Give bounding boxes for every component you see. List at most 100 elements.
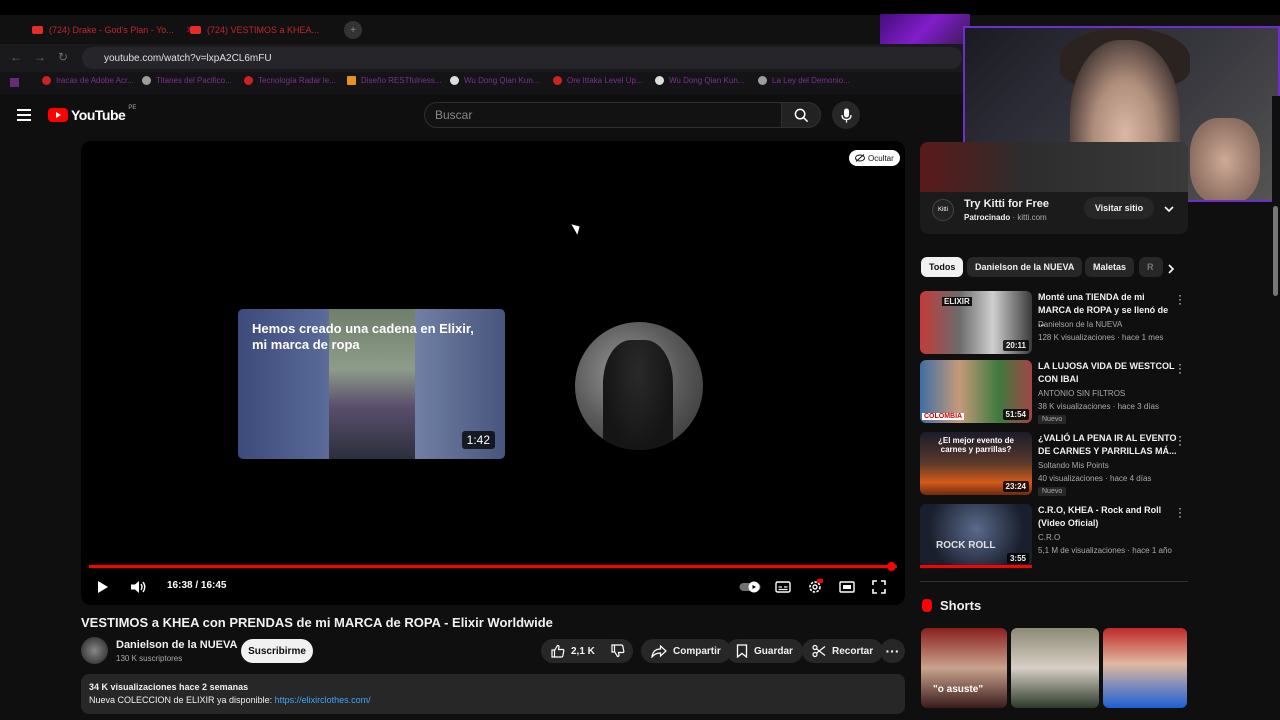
menu-icon[interactable]: [17, 109, 31, 121]
apps-icon[interactable]: [10, 78, 19, 87]
video-duration: 20:11: [1002, 340, 1029, 351]
subscribe-button[interactable]: Suscribirme: [241, 639, 313, 663]
bookmark-label: Wu Dong Qian Kun...: [464, 76, 540, 85]
short-item[interactable]: [1011, 628, 1099, 708]
video-thumbnail: ROCK ROLL 3:55: [920, 504, 1032, 567]
tab-label: (724) VESTIMOS a KHEA...: [207, 25, 320, 35]
hide-label: Ocultar: [868, 153, 894, 163]
video-title: C.R.O, KHEA - Rock and Roll (Video Ofici…: [1038, 505, 1162, 528]
miniplayer-button[interactable]: [838, 578, 856, 596]
view-count-date: 34 K visualizaciones hace 2 semanas: [89, 682, 249, 692]
globe-icon: [142, 76, 151, 85]
bookmark-7[interactable]: Wu Dong Qian Kun...: [655, 76, 744, 85]
visit-site-button[interactable]: Visitar sitio: [1084, 197, 1154, 219]
chevron-down-icon[interactable]: [1163, 201, 1175, 219]
short-item[interactable]: [1103, 628, 1187, 708]
chip-overflow[interactable]: R: [1139, 257, 1163, 277]
description-box[interactable]: 34 K visualizaciones hace 2 semanas Nuev…: [81, 674, 905, 714]
chip-all[interactable]: Todos: [921, 257, 964, 277]
more-vertical-icon[interactable]: · · ·: [1178, 430, 1182, 450]
bookmark-8[interactable]: La Ley del Demonio...: [758, 76, 850, 85]
settings-button[interactable]: [806, 578, 824, 596]
endcard-title: Hemos creado una cadena en Elixir, mi ma…: [252, 321, 474, 352]
fullscreen-button[interactable]: [870, 578, 888, 596]
bookmark-2[interactable]: Titanes del Pacifico...: [142, 76, 232, 85]
video-channel: ANTONIO SIN FILTROS: [1038, 389, 1126, 398]
voice-search-button[interactable]: [832, 101, 860, 129]
youtube-logo[interactable]: YouTube PE: [48, 105, 136, 123]
hide-endscreen-button[interactable]: Ocultar: [849, 150, 900, 166]
channel-name[interactable]: Danielson de la NUEVA: [116, 639, 237, 651]
clip-button[interactable]: Recortar: [802, 639, 884, 663]
thumbnail-text: COLOMBIA: [922, 413, 965, 420]
bookmark-label: Diseño RESTfulness...: [361, 76, 442, 85]
thumbs-down-icon: [611, 644, 625, 658]
site-icon: [655, 76, 664, 85]
video-meta: 5,1 M de visualizaciones · hace 1 año: [1038, 546, 1172, 555]
chip-maletas[interactable]: Maletas: [1085, 257, 1135, 277]
short-item[interactable]: "o asuste": [921, 628, 1007, 708]
scissors-icon: [812, 644, 826, 658]
time-display: 16:38 / 16:45: [167, 580, 227, 591]
share-label: Compartir: [673, 645, 721, 657]
globe-icon: [758, 76, 767, 85]
autoplay-toggle[interactable]: [739, 578, 761, 596]
save-button[interactable]: Guardar: [726, 639, 803, 663]
new-badge: Nuevo: [1038, 415, 1067, 424]
description-text: Nueva COLECCION de ELIXIR ya disponible:: [89, 695, 275, 705]
subtitles-button[interactable]: [774, 578, 792, 596]
search-button[interactable]: [781, 102, 821, 128]
new-badge: Nuevo: [1038, 487, 1067, 496]
save-label: Guardar: [754, 645, 793, 657]
search-input[interactable]: Buscar: [424, 102, 782, 128]
dislike-button[interactable]: [603, 639, 633, 663]
back-icon[interactable]: ←: [10, 50, 22, 64]
browser-tab-2[interactable]: (724) VESTIMOS a KHEA...: [190, 18, 319, 42]
endscreen-subscribe-avatar[interactable]: [575, 322, 703, 450]
endscreen-video-card[interactable]: Hemos creado una cadena en Elixir, mi ma…: [238, 309, 505, 459]
video-meta: 128 K visualizaciones · hace 1 mes: [1038, 333, 1164, 342]
eye-off-icon: [855, 154, 865, 162]
bookmark-4[interactable]: Diseño RESTfulness...: [347, 76, 441, 85]
autoplay-icon: [739, 581, 761, 593]
logo-word: YouTube: [71, 107, 126, 123]
channel-avatar[interactable]: [81, 637, 108, 664]
chip-channel[interactable]: Danielson de la NUEVA: [967, 257, 1083, 277]
recommended-video[interactable]: ELIXIR 20:11 Monté una TIENDA de mi MARC…: [920, 289, 1190, 355]
scrollbar-thumb[interactable]: [1273, 206, 1278, 296]
gear-icon: [809, 579, 823, 593]
new-tab-button[interactable]: +: [344, 18, 362, 42]
more-actions-button[interactable]: ···: [880, 639, 905, 663]
share-icon: [651, 644, 667, 658]
volume-button[interactable]: [128, 578, 148, 596]
browser-tab-1[interactable]: (724) Drake - God's Plan - Yo... ✕: [32, 18, 194, 42]
bookmark-icon: [736, 644, 748, 658]
recommended-video[interactable]: ROCK ROLL 3:55 C.R.O, KHEA - Rock and Ro…: [920, 502, 1190, 568]
ad-title[interactable]: Try Kitti for Free: [964, 198, 1049, 210]
recommended-video[interactable]: ¿El mejor evento de carnes y parrillas? …: [920, 430, 1190, 496]
url-field[interactable]: youtube.com/watch?v=lxpA2CL6mFU: [82, 47, 962, 69]
bookmark-1[interactable]: Iracas de Adobe Acr...: [42, 76, 134, 85]
play-icon: [98, 581, 108, 593]
bookmark-6[interactable]: Ore Ittaka Level Up...: [553, 76, 643, 85]
scrollbar[interactable]: [1272, 96, 1280, 706]
fullscreen-icon: [872, 580, 886, 594]
description-link[interactable]: https://elixirclothes.com/: [275, 695, 371, 705]
more-vertical-icon[interactable]: · · ·: [1178, 358, 1182, 378]
progress-fill: [89, 565, 892, 568]
more-vertical-icon[interactable]: · · ·: [1178, 502, 1182, 522]
recommended-video[interactable]: COLOMBIA 51:54 LA LUJOSA VIDA DE WESTCOL…: [920, 358, 1190, 424]
mic-icon: [840, 108, 852, 122]
more-vertical-icon[interactable]: · · ·: [1178, 289, 1182, 309]
chevron-right-icon[interactable]: [1166, 262, 1176, 280]
share-button[interactable]: Compartir: [641, 639, 731, 663]
volume-icon: [130, 581, 145, 593]
search-icon: [794, 108, 808, 122]
bookmark-3[interactable]: Tecnología Radar le...: [244, 76, 336, 85]
forward-icon[interactable]: →: [34, 50, 46, 64]
site-icon: [553, 76, 562, 85]
reload-icon[interactable]: ↻: [58, 50, 68, 64]
bookmark-5[interactable]: Wu Dong Qian Kun...: [450, 76, 539, 85]
play-button[interactable]: [95, 578, 111, 596]
bookmark-label: Iracas de Adobe Acr...: [56, 76, 134, 85]
